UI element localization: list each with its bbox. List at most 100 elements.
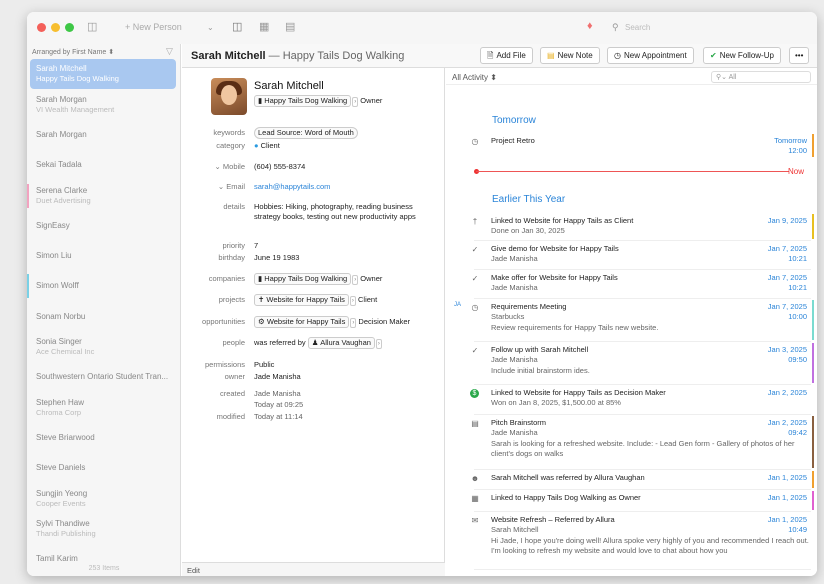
search-input[interactable]: Search xyxy=(625,23,805,38)
sidebar-item[interactable]: Sarah Mitchell Happy Tails Dog Walking xyxy=(30,59,176,89)
activity-d1: Jan 3, 2025 xyxy=(767,345,807,354)
sidebar-item[interactable]: SignEasy xyxy=(30,211,176,241)
activity-note: Include initial brainstorm ides. xyxy=(491,366,590,375)
details-value[interactable]: Hobbies: Hiking, photography, reading bu… xyxy=(254,202,419,222)
activity-d2: 10:21 xyxy=(788,283,807,292)
chevron-down-icon[interactable]: ⌄ xyxy=(207,23,214,32)
activity-row[interactable]: ◷ Project Retro Tomorrow 12:00 xyxy=(472,133,814,159)
keywords-value[interactable]: Lead Source: Word of Mouth xyxy=(254,127,358,139)
activity-row[interactable]: ✉ Website Refresh – Referred by Allura Sar… xyxy=(472,512,811,570)
activity-d2: 10:49 xyxy=(788,525,807,534)
category-label: category xyxy=(216,141,245,150)
color-tag xyxy=(27,184,29,208)
sidebar-item[interactable]: Sarah Morgan xyxy=(30,120,176,150)
category-dot-icon: ● xyxy=(254,141,261,150)
add-file-button[interactable]: 🗎 Add File xyxy=(480,47,533,64)
section-tomorrow: Tomorrow xyxy=(492,115,536,126)
activity-filter-menu[interactable]: All Activity ⬍ xyxy=(452,73,497,82)
sidebar-item[interactable]: Sonam Norbu xyxy=(30,302,176,332)
filter-icon[interactable]: ▽ xyxy=(166,46,173,57)
priority-value[interactable]: 7 xyxy=(254,241,258,250)
activity-row[interactable]: ✓ Make offer for Website for Happy Tails J… xyxy=(472,270,811,299)
sidebar-item[interactable]: Serena Clarke Duet Advertising xyxy=(27,181,176,211)
projects-value[interactable]: ✝ Website for Happy Tails › Client xyxy=(254,294,377,306)
email-link[interactable]: sarah@happytails.com xyxy=(254,182,330,191)
activity-row[interactable]: ▤ Pitch Brainstorm Jade Manisha Jan 2, 2025… xyxy=(471,415,814,470)
sidebar-item[interactable]: Simon Wolff xyxy=(27,271,176,301)
activity-row[interactable]: ✓ Follow up with Sarah Mitchell Jade Manis… xyxy=(472,342,814,385)
color-stripe xyxy=(812,134,814,157)
category-value[interactable]: ● Client xyxy=(254,141,280,150)
projects-label: projects xyxy=(218,295,245,304)
activity-d1: Jan 2, 2025 xyxy=(767,388,807,397)
new-note-button[interactable]: ▤ New Note xyxy=(540,47,600,64)
sidebar-item-company: Chroma Corp xyxy=(36,408,82,417)
contact-company[interactable]: ▮ Happy Tails Dog Walking › Owner xyxy=(254,95,382,107)
split-view-icon[interactable]: ◫ xyxy=(232,20,242,33)
sidebar-item[interactable]: Stephen Haw Chroma Corp xyxy=(30,393,176,423)
sidebar-item[interactable]: Simon Liu xyxy=(30,241,176,271)
activity-type-icon: ◷ xyxy=(471,137,479,146)
sidebar-item[interactable]: Steve Briarwood xyxy=(30,423,176,453)
chart-view-icon[interactable]: ▤ xyxy=(285,20,295,33)
activity-t1: Follow up with Sarah Mitchell xyxy=(491,345,589,354)
email-label[interactable]: ⌄ Email xyxy=(182,182,245,191)
chevron-right-icon[interactable]: › xyxy=(352,275,359,285)
activity-d1: Jan 2, 2025 xyxy=(767,418,807,427)
chevron-right-icon[interactable]: › xyxy=(349,296,356,306)
activity-row[interactable]: † Linked to Website for Happy Tails as Cl… xyxy=(473,213,814,241)
companies-label: companies xyxy=(208,274,245,283)
opportunities-value[interactable]: ⚙ Website for Happy Tails › Decision Make… xyxy=(254,316,410,328)
activity-row[interactable]: ◷ Requirements Meeting Starbucks Jan 7, 202… xyxy=(472,299,814,342)
zoom-button[interactable] xyxy=(65,23,74,32)
sidebar-item[interactable]: Sonia Singer Ace Chemical Inc xyxy=(30,332,176,362)
sidebar-item[interactable]: Sylvi Thandiwe Thandi Publishing xyxy=(30,514,176,544)
chevron-right-icon[interactable]: › xyxy=(352,97,359,107)
chevron-right-icon[interactable]: › xyxy=(375,339,382,349)
sidebar-item[interactable]: Sarah Morgan VI Wealth Management xyxy=(30,90,176,120)
mobile-label[interactable]: ⌄ Mobile xyxy=(182,162,245,171)
sidebar-item[interactable]: Steve Daniels xyxy=(30,453,176,483)
sort-menu[interactable]: Arranged by First Name ⬍ xyxy=(32,48,114,56)
people-value[interactable]: was referred by ♟ Allura Vaughan › xyxy=(254,337,382,349)
activity-row[interactable]: ✓ Give demo for Website for Happy Tails Ja… xyxy=(472,241,811,270)
mobile-value[interactable]: (604) 555-8374 xyxy=(254,162,305,171)
activity-type-icon: ✓ xyxy=(471,346,479,355)
owner-value[interactable]: Jade Manisha xyxy=(254,372,301,381)
color-stripe xyxy=(812,214,814,239)
activity-type-icon: † xyxy=(472,217,478,226)
more-button[interactable]: ••• xyxy=(789,47,810,64)
new-followup-button[interactable]: ✔ New Follow-Up xyxy=(703,47,781,64)
notification-bell-icon[interactable]: ♦ xyxy=(587,20,593,32)
activity-search-input[interactable]: ⚲⌄ All xyxy=(711,71,811,83)
table-view-icon[interactable]: ▦ xyxy=(259,20,269,33)
activity-row[interactable]: $ Linked to Website for Happy Tails as De… xyxy=(470,385,811,415)
permissions-value[interactable]: Public xyxy=(254,360,274,369)
minimize-button[interactable] xyxy=(51,23,60,32)
avatar xyxy=(211,78,247,115)
activity-t1: Linked to Website for Happy Tails as Cli… xyxy=(491,216,634,225)
activity-d1: Jan 7, 2025 xyxy=(767,302,807,311)
edit-button[interactable]: Edit xyxy=(182,562,445,576)
sidebar-toggle-icon[interactable]: ◫ xyxy=(87,20,97,33)
sidebar-item[interactable]: Sungjin Yeong Cooper Events xyxy=(30,484,176,514)
keywords-label: keywords xyxy=(213,128,245,137)
owner-label: owner xyxy=(224,372,245,381)
new-person-button[interactable]: + New Person xyxy=(125,22,182,32)
new-appointment-button[interactable]: ◷ New Appointment xyxy=(607,47,694,64)
companies-value[interactable]: ▮ Happy Tails Dog Walking › Owner xyxy=(254,273,382,285)
sidebar-item[interactable]: Sekai Tadala xyxy=(30,150,176,180)
sidebar-item[interactable]: Southwestern Ontario Student Tran... xyxy=(30,362,176,392)
birthday-value[interactable]: June 19 1983 xyxy=(254,253,299,262)
close-button[interactable] xyxy=(37,23,46,32)
color-stripe xyxy=(812,491,814,510)
activity-row[interactable]: ☻ Sarah Mitchell was referred by Allura V… xyxy=(471,470,814,490)
activity-panel: All Activity ⬍ ⚲⌄ All Tomorrow Now Earli… xyxy=(446,69,817,576)
sidebar-item-company: Happy Tails Dog Walking xyxy=(36,74,119,83)
activity-t2: Jade Manisha xyxy=(491,254,538,263)
chevron-right-icon[interactable]: › xyxy=(350,318,357,328)
sidebar-item-name: Serena Clarke xyxy=(36,186,88,195)
detail-header: Sarah Mitchell — Happy Tails Dog Walking… xyxy=(182,44,817,68)
activity-row[interactable]: ▦ Linked to Happy Tails Dog Walking as Ow… xyxy=(471,490,814,512)
created-at: Today at 09:25 xyxy=(254,400,304,409)
